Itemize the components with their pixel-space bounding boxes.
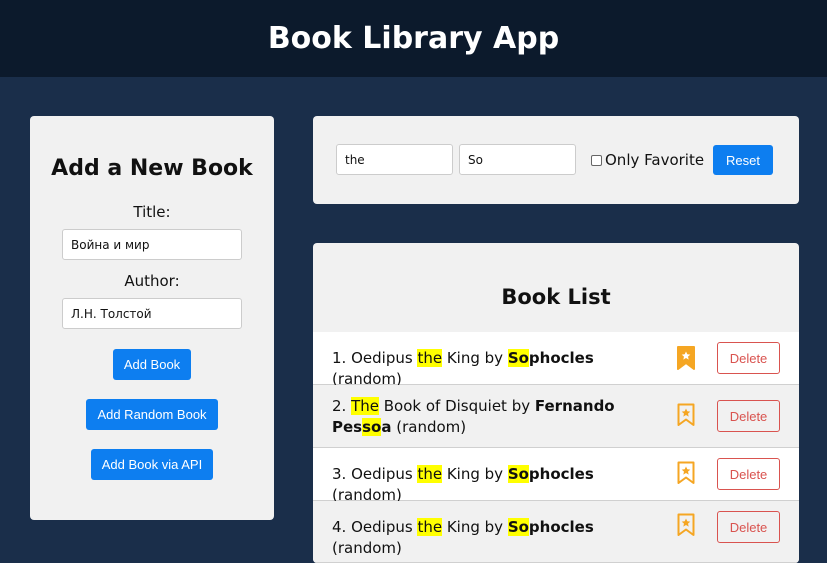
book-author-part: phocles <box>528 518 594 536</box>
delete-book-button[interactable]: Delete <box>717 511 780 543</box>
search-match-highlight: so <box>362 418 382 436</box>
title-label: Title: <box>133 203 171 221</box>
title-input[interactable] <box>62 229 242 260</box>
author-filter-input[interactable] <box>459 144 576 175</box>
book-list-row: 3. Oedipus the King by Sophocles (random… <box>313 448 799 504</box>
book-list-row: 1. Oedipus the King by Sophocles (random… <box>313 332 799 388</box>
book-title-part: King <box>442 465 480 483</box>
bookmark-star-filled-icon[interactable] <box>676 345 696 371</box>
book-entry-text: 2. The Book of Disquiet by Fernando Pess… <box>332 396 647 438</box>
by-text: by <box>479 349 508 367</box>
delete-book-button[interactable]: Delete <box>717 400 780 432</box>
book-author-part: a <box>381 418 392 436</box>
by-text: by <box>506 397 535 415</box>
book-entry-text: 1. Oedipus the King by Sophocles (random… <box>332 348 647 390</box>
by-text: by <box>479 518 508 536</box>
add-random-book-button[interactable]: Add Random Book <box>86 399 218 430</box>
search-match-highlight: the <box>417 349 443 367</box>
book-title-part: Book of Disquiet <box>379 397 507 415</box>
book-list-panel: Book List 1. Oedipus the King by Sophocl… <box>313 243 799 563</box>
search-match-highlight: the <box>417 465 443 483</box>
book-title-part: Oedipus <box>351 518 418 536</box>
book-source: (random) <box>332 539 402 557</box>
add-book-panel: Add a New Book Title: Author: Add Book A… <box>30 116 274 520</box>
book-index: 1. <box>332 349 352 367</box>
search-match-highlight: So <box>507 349 529 367</box>
book-title-part: Oedipus <box>351 465 418 483</box>
book-index: 4. <box>332 518 352 536</box>
book-title-part: King <box>442 349 480 367</box>
book-index: 3. <box>332 465 352 483</box>
book-index: 2. <box>332 397 352 415</box>
title-filter-input[interactable] <box>336 144 453 175</box>
delete-book-button[interactable]: Delete <box>717 458 780 490</box>
by-text: by <box>479 465 508 483</box>
book-list-row: 4. Oedipus the King by Sophocles (random… <box>313 501 799 563</box>
book-title-part: Oedipus <box>351 349 418 367</box>
add-book-heading: Add a New Book <box>51 156 253 181</box>
bookmark-star-outline-icon[interactable] <box>676 512 696 538</box>
delete-book-button[interactable]: Delete <box>717 342 780 374</box>
add-book-button[interactable]: Add Book <box>112 349 192 380</box>
filter-panel: Only Favorite Reset <box>313 116 799 204</box>
bookmark-star-outline-icon[interactable] <box>676 460 696 486</box>
book-author-part: phocles <box>528 465 594 483</box>
only-favorite-toggle[interactable]: Only Favorite <box>591 151 704 169</box>
book-entry-text: 3. Oedipus the King by Sophocles (random… <box>332 464 647 506</box>
book-title-part: King <box>442 518 480 536</box>
search-match-highlight: So <box>507 465 529 483</box>
book-list-heading: Book List <box>501 285 611 309</box>
only-favorite-label: Only Favorite <box>605 151 705 169</box>
app-header: Book Library App <box>0 0 827 77</box>
book-entry-text: 4. Oedipus the King by Sophocles (random… <box>332 517 647 559</box>
book-author-part: phocles <box>528 349 594 367</box>
book-list-row: 2. The Book of Disquiet by Fernando Pess… <box>313 385 799 448</box>
add-book-via-api-button[interactable]: Add Book via API <box>90 449 214 480</box>
app-title: Book Library App <box>267 21 560 56</box>
bookmark-star-outline-icon[interactable] <box>676 402 696 428</box>
book-source: (random) <box>391 418 467 436</box>
author-label: Author: <box>124 272 180 290</box>
only-favorite-checkbox[interactable] <box>591 154 602 166</box>
search-match-highlight: So <box>507 518 529 536</box>
author-input[interactable] <box>62 298 242 329</box>
reset-filters-button[interactable]: Reset <box>713 145 773 175</box>
search-match-highlight: the <box>417 518 443 536</box>
search-match-highlight: The <box>351 397 379 415</box>
